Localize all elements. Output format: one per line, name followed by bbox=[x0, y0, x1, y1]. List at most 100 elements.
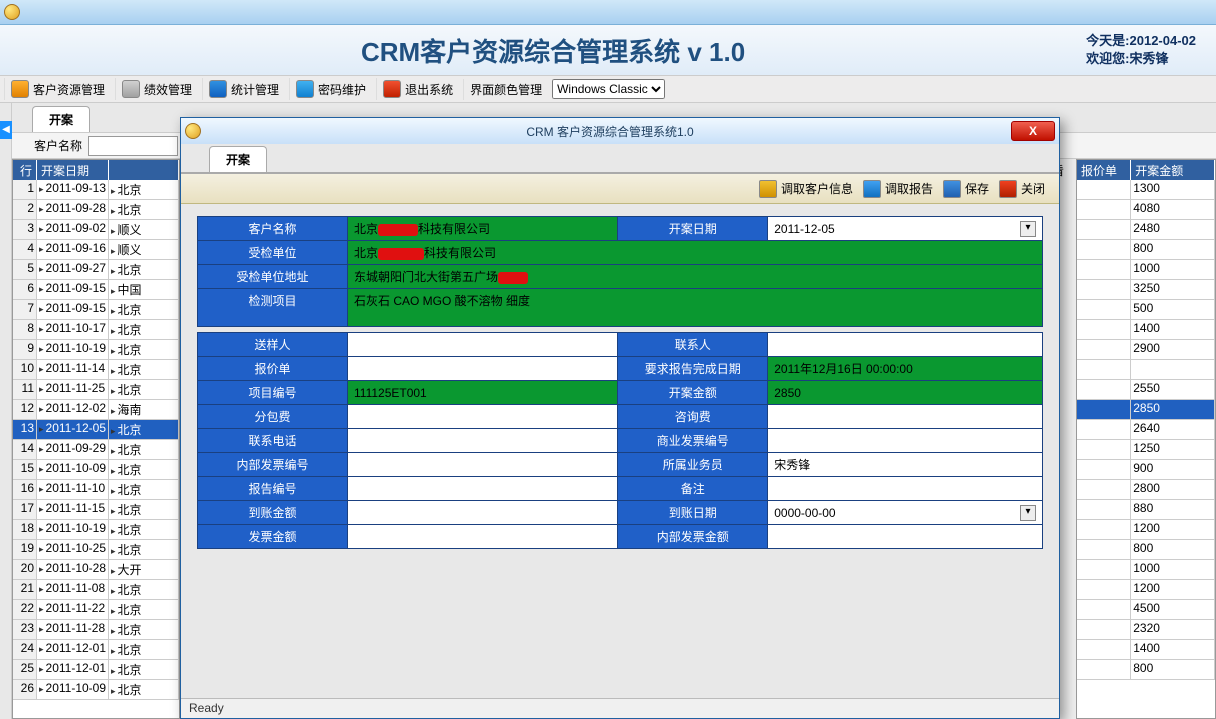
report-no-label: 报告编号 bbox=[198, 477, 348, 501]
table-row[interactable]: 262011-10-09北京 bbox=[13, 680, 179, 700]
table-row[interactable]: 1400 bbox=[1077, 640, 1215, 660]
dialog-close-button[interactable]: X bbox=[1011, 121, 1055, 141]
table-row[interactable]: 122011-12-02海南 bbox=[13, 400, 179, 420]
inspected-addr-value[interactable]: 东城朝阳门北大街第五广场 bbox=[348, 265, 1043, 289]
received-date-value[interactable]: 0000-00-00▾ bbox=[768, 501, 1043, 525]
table-row[interactable]: 3250 bbox=[1077, 280, 1215, 300]
contact-phone-value[interactable] bbox=[348, 429, 618, 453]
table-row[interactable]: 22011-09-28北京 bbox=[13, 200, 179, 220]
password-button[interactable]: 密码维护 bbox=[289, 78, 372, 100]
contact-value[interactable] bbox=[768, 333, 1043, 357]
table-row[interactable]: 182011-10-19北京 bbox=[13, 520, 179, 540]
fetch-report-button[interactable]: 调取报告 bbox=[863, 180, 933, 198]
table-row[interactable]: 32011-09-02顺义 bbox=[13, 220, 179, 240]
table-row[interactable]: 2900 bbox=[1077, 340, 1215, 360]
test-items-label: 检测项目 bbox=[198, 289, 348, 327]
table-row[interactable]: 222011-11-22北京 bbox=[13, 600, 179, 620]
salesperson-value[interactable]: 宋秀锋 bbox=[768, 453, 1043, 477]
table-row[interactable]: 1000 bbox=[1077, 260, 1215, 280]
table-row[interactable]: 12011-09-13北京 bbox=[13, 180, 179, 200]
exit-button[interactable]: 退出系统 bbox=[376, 78, 459, 100]
table-row[interactable]: 800 bbox=[1077, 540, 1215, 560]
received-amount-label: 到账金额 bbox=[198, 501, 348, 525]
right-grid[interactable]: 报价单 开案金额 1300408024808001000325050014002… bbox=[1076, 159, 1216, 719]
table-row[interactable]: 92011-10-19北京 bbox=[13, 340, 179, 360]
consult-fee-value[interactable] bbox=[768, 405, 1043, 429]
table-row[interactable]: 52011-09-27北京 bbox=[13, 260, 179, 280]
table-row[interactable]: 2850 bbox=[1077, 400, 1215, 420]
customer-mgmt-button[interactable]: 客户资源管理 bbox=[4, 78, 111, 100]
table-row[interactable]: 152011-10-09北京 bbox=[13, 460, 179, 480]
remark-value[interactable] bbox=[768, 477, 1043, 501]
table-row[interactable]: 2800 bbox=[1077, 480, 1215, 500]
table-row[interactable]: 202011-10-28大开 bbox=[13, 560, 179, 580]
table-row[interactable]: 212011-11-08北京 bbox=[13, 580, 179, 600]
open-date-value[interactable]: 2011-12-05▾ bbox=[768, 217, 1043, 241]
invoice-amount-value[interactable] bbox=[348, 525, 618, 549]
open-amount-value[interactable]: 2850 bbox=[768, 381, 1043, 405]
table-row[interactable]: 62011-09-15中国 bbox=[13, 280, 179, 300]
table-row[interactable]: 1200 bbox=[1077, 580, 1215, 600]
table-row[interactable]: 2640 bbox=[1077, 420, 1215, 440]
table-row[interactable]: 162011-11-10北京 bbox=[13, 480, 179, 500]
table-row[interactable]: 4080 bbox=[1077, 200, 1215, 220]
table-row[interactable]: 102011-11-14北京 bbox=[13, 360, 179, 380]
customer-name-value[interactable]: 北京科技有限公司 bbox=[348, 217, 618, 241]
subcontract-fee-value[interactable] bbox=[348, 405, 618, 429]
table-row[interactable]: 112011-11-25北京 bbox=[13, 380, 179, 400]
table-row[interactable]: 242011-12-01北京 bbox=[13, 640, 179, 660]
inspected-unit-value[interactable]: 北京科技有限公司 bbox=[348, 241, 1043, 265]
table-row[interactable]: 1300 bbox=[1077, 180, 1215, 200]
biz-invoice-no-value[interactable] bbox=[768, 429, 1043, 453]
left-grid-body[interactable]: 12011-09-13北京22011-09-28北京32011-09-02顺义4… bbox=[13, 180, 179, 718]
report-no-value[interactable] bbox=[348, 477, 618, 501]
table-row[interactable]: 2320 bbox=[1077, 620, 1215, 640]
stats-button[interactable]: 统计管理 bbox=[202, 78, 285, 100]
table-row[interactable]: 2480 bbox=[1077, 220, 1215, 240]
customer-name-input[interactable] bbox=[88, 136, 178, 156]
table-row[interactable]: 1400 bbox=[1077, 320, 1215, 340]
bg-tab[interactable]: 开案 bbox=[32, 106, 90, 132]
table-row[interactable]: 800 bbox=[1077, 660, 1215, 680]
table-row[interactable]: 42011-09-16顺义 bbox=[13, 240, 179, 260]
table-row[interactable]: 252011-12-01北京 bbox=[13, 660, 179, 680]
report-due-value[interactable]: 2011年12月16日 00:00:00 bbox=[768, 357, 1043, 381]
collapse-arrow-icon[interactable]: ◀ bbox=[0, 121, 12, 139]
internal-invoice-amount-value[interactable] bbox=[768, 525, 1043, 549]
table-row[interactable]: 900 bbox=[1077, 460, 1215, 480]
table-row[interactable]: 2550 bbox=[1077, 380, 1215, 400]
left-grid[interactable]: 行号 开案日期 12011-09-13北京22011-09-28北京32011-… bbox=[12, 159, 180, 719]
table-row[interactable]: 500 bbox=[1077, 300, 1215, 320]
table-row[interactable]: 4500 bbox=[1077, 600, 1215, 620]
chevron-down-icon[interactable]: ▾ bbox=[1020, 221, 1036, 237]
table-row[interactable]: 880 bbox=[1077, 500, 1215, 520]
received-amount-value[interactable] bbox=[348, 501, 618, 525]
table-row[interactable]: 1000 bbox=[1077, 560, 1215, 580]
dialog-tab-case[interactable]: 开案 bbox=[209, 146, 267, 172]
dialog-titlebar[interactable]: CRM 客户资源综合管理系统1.0 X bbox=[181, 118, 1059, 144]
save-button[interactable]: 保存 bbox=[943, 180, 989, 198]
table-row[interactable]: 142011-09-29北京 bbox=[13, 440, 179, 460]
performance-button[interactable]: 绩效管理 bbox=[115, 78, 198, 100]
table-row[interactable]: 192011-10-25北京 bbox=[13, 540, 179, 560]
sender-value[interactable] bbox=[348, 333, 618, 357]
internal-invoice-no-value[interactable] bbox=[348, 453, 618, 477]
fetch-customer-button[interactable]: 调取客户信息 bbox=[759, 180, 853, 198]
right-grid-body[interactable]: 1300408024808001000325050014002900255028… bbox=[1077, 180, 1215, 718]
table-row[interactable]: 172011-11-15北京 bbox=[13, 500, 179, 520]
table-row[interactable]: 232011-11-28北京 bbox=[13, 620, 179, 640]
test-items-value[interactable]: 石灰石 CAO MGO 酸不溶物 细度 bbox=[348, 289, 1043, 327]
chevron-down-icon[interactable]: ▾ bbox=[1020, 505, 1036, 521]
quote-value[interactable] bbox=[348, 357, 618, 381]
table-row[interactable] bbox=[1077, 360, 1215, 380]
table-row[interactable]: 72011-09-15北京 bbox=[13, 300, 179, 320]
table-row[interactable]: 1250 bbox=[1077, 440, 1215, 460]
table-row[interactable]: 132011-12-05北京 bbox=[13, 420, 179, 440]
close-button[interactable]: 关闭 bbox=[999, 180, 1045, 198]
project-no-value[interactable]: 111125ET001 bbox=[348, 381, 618, 405]
table-row[interactable]: 800 bbox=[1077, 240, 1215, 260]
table-row[interactable]: 82011-10-17北京 bbox=[13, 320, 179, 340]
inspected-addr-label: 受检单位地址 bbox=[198, 265, 348, 289]
table-row[interactable]: 1200 bbox=[1077, 520, 1215, 540]
theme-select[interactable]: Windows Classic bbox=[552, 79, 665, 99]
